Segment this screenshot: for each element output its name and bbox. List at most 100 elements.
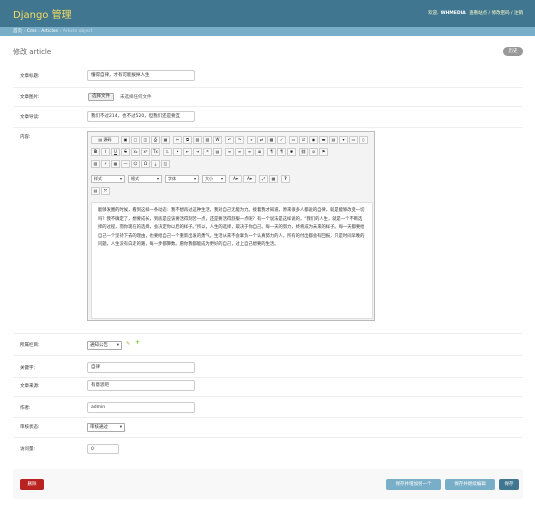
save-button[interactable]: 保存 [499, 479, 519, 490]
image-icon[interactable]: ▨ [91, 160, 100, 168]
editor-content[interactable]: 能够发圈的时候，看到这样一条动态：我不想再过这种生活，我对自己无能为力。接着我才… [91, 202, 373, 319]
strike-icon[interactable]: S [121, 148, 130, 156]
indent-icon[interactable]: ⇥ [193, 148, 202, 156]
align-right-icon[interactable]: ≡ [245, 148, 254, 156]
site-header: Django 管理 欢迎, WHMEDIA 查看站点 / 修改密码 / 注销 [0, 0, 535, 27]
edit-category-icon[interactable]: ✎ [126, 341, 130, 347]
radio-icon[interactable]: ◉ [309, 136, 318, 144]
status-select[interactable]: 审核通过 ▾ [87, 423, 125, 432]
source-button[interactable]: ▤ 源码 [91, 136, 119, 144]
hidden-field-icon[interactable]: ▯ [359, 136, 368, 144]
blockquote-icon[interactable]: ❝ [203, 148, 212, 156]
div-icon[interactable]: ▤ [213, 148, 222, 156]
category-select[interactable]: 通知公告 ▾ [87, 341, 122, 350]
chevron-down-icon: ▾ [119, 425, 122, 430]
intro-input[interactable]: 我们不过214，也不过520，但我们还是要互 [87, 111, 195, 122]
button-field-icon[interactable]: ▭ [349, 136, 358, 144]
paste-word-icon[interactable]: W [213, 136, 222, 144]
bulleted-list-icon[interactable]: • [173, 148, 182, 156]
redo-icon[interactable]: ↷ [235, 136, 244, 144]
help-icon[interactable]: ? [281, 175, 290, 183]
select-all-icon[interactable]: ▩ [267, 136, 276, 144]
flash-icon[interactable]: ⚡ [101, 160, 110, 168]
find-icon[interactable]: ⌕ [247, 136, 256, 144]
form-icon[interactable]: ▭ [289, 136, 298, 144]
save-icon[interactable]: ▣ [121, 136, 130, 144]
page-break-icon[interactable]: ⤓ [151, 160, 160, 168]
remove-format-icon[interactable]: Tx [151, 148, 160, 156]
styles-label: 样式 [94, 176, 102, 181]
site-brand[interactable]: Django 管理 [13, 6, 72, 21]
link-icon[interactable]: ⛓ [299, 148, 308, 156]
text-color-icon[interactable]: A▾ [229, 175, 242, 183]
subscript-icon[interactable]: x₂ [131, 148, 140, 156]
paste-text-icon[interactable]: ▧ [203, 136, 212, 144]
divider [13, 377, 523, 378]
font-combo[interactable]: 字体 ▾ [165, 175, 199, 183]
styles-combo[interactable]: 样式 ▾ [91, 175, 125, 183]
unlink-icon[interactable]: ⊘ [309, 148, 318, 156]
title-label: 文章标题: [20, 74, 40, 79]
save-add-another-button[interactable]: 保存并增加另一个 [386, 479, 441, 490]
size-combo[interactable]: 大小 ▾ [202, 175, 226, 183]
special-char-icon[interactable]: Ω [141, 160, 150, 168]
spellcheck-icon[interactable]: ✓ [277, 136, 286, 144]
superscript-icon[interactable]: x² [141, 148, 150, 156]
divider [13, 437, 523, 438]
templates-icon[interactable]: ▦ [161, 136, 170, 144]
outdent-icon[interactable]: ⇤ [183, 148, 192, 156]
justify-icon[interactable]: ≣ [255, 148, 264, 156]
author-input[interactable]: admin [87, 402, 195, 413]
anchor-icon[interactable]: ⚑ [319, 148, 328, 156]
bold-icon[interactable]: B [91, 148, 100, 156]
divider [13, 417, 523, 418]
align-left-icon[interactable]: ≡ [225, 148, 234, 156]
copy-icon[interactable]: ⧉ [183, 136, 192, 144]
replace-icon[interactable]: ⇄ [257, 136, 266, 144]
breadcrumb-model[interactable]: Articles [41, 29, 58, 34]
history-button[interactable]: 历史 [503, 47, 523, 56]
horizontal-line-icon[interactable]: ― [121, 160, 130, 168]
fullscreen-icon[interactable]: ⤧ [101, 187, 110, 195]
textfield-icon[interactable]: ▬ [319, 136, 328, 144]
save-continue-button[interactable]: 保存并继续编辑 [445, 479, 495, 490]
breadcrumb-app[interactable]: Cms [27, 29, 37, 34]
choose-file-button[interactable]: 选择文件 [88, 93, 114, 101]
rtl-icon[interactable]: ¶ [277, 148, 286, 156]
logout-link[interactable]: 注销 [514, 11, 523, 16]
keywords-input[interactable]: 自律 [87, 362, 195, 373]
align-center-icon[interactable]: ≡ [235, 148, 244, 156]
textarea-icon[interactable]: ▤ [329, 136, 338, 144]
numbered-list-icon[interactable]: ⒈ [163, 148, 172, 156]
bg-color-icon[interactable]: A▾ [243, 175, 256, 183]
views-input[interactable]: 0 [87, 444, 119, 454]
italic-icon[interactable]: I [101, 148, 110, 156]
add-category-icon[interactable]: + [135, 339, 140, 346]
undo-icon[interactable]: ↶ [225, 136, 234, 144]
document-icon[interactable]: ▤ [91, 187, 100, 195]
new-page-icon[interactable]: ▢ [131, 136, 140, 144]
show-blocks-icon[interactable]: ▦ [269, 175, 278, 183]
ltr-icon[interactable]: ¶ [267, 148, 276, 156]
breadcrumb-home[interactable]: 首页 [13, 29, 22, 34]
cut-icon[interactable]: ✂ [173, 136, 182, 144]
change-password-link[interactable]: 修改密码 [492, 11, 510, 16]
maximize-icon[interactable]: ⤢ [259, 175, 268, 183]
select-field-icon[interactable]: ▾ [339, 136, 348, 144]
format-combo[interactable]: 格式 ▾ [128, 175, 162, 183]
delete-button[interactable]: 删除 [20, 479, 44, 490]
underline-icon[interactable]: U [111, 148, 120, 156]
source-input[interactable]: 有意思吧 [87, 380, 195, 391]
print-icon[interactable]: ⎙ [151, 136, 160, 144]
view-site-link[interactable]: 查看站点 [469, 11, 487, 16]
iframe-icon[interactable]: ◱ [161, 160, 170, 168]
paste-icon[interactable]: ▨ [193, 136, 202, 144]
smiley-icon[interactable]: ☺ [131, 160, 140, 168]
preview-icon[interactable]: ◫ [141, 136, 150, 144]
username: WHMEDIA [440, 11, 466, 16]
chevron-down-icon: ▾ [193, 176, 196, 181]
checkbox-icon[interactable]: ☑ [299, 136, 308, 144]
table-icon[interactable]: ▦ [111, 160, 120, 168]
title-input[interactable]: 懂得自律，才有可能拔掉人生 [87, 70, 195, 81]
language-icon[interactable]: ✱ [287, 148, 296, 156]
